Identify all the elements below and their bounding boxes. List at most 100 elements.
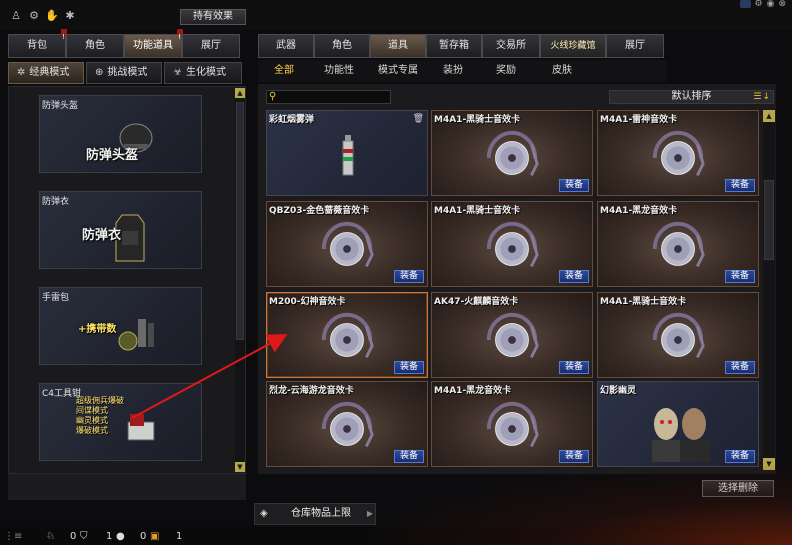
equip-button[interactable]: 装备 xyxy=(394,361,424,374)
tab-character[interactable]: 角色 xyxy=(66,34,124,58)
mode-label: 经典模式 xyxy=(29,67,70,78)
subtab-skins[interactable]: 皮肤 xyxy=(534,60,590,82)
subtab-all[interactable]: 全部 xyxy=(258,60,310,82)
settings-icon[interactable]: ⚙ xyxy=(28,8,40,22)
ghost-character-icon xyxy=(652,408,710,462)
status-bar: ⋮≡ ♘ 0 ⛉ 1 ● 0 ▣ 1 xyxy=(0,527,792,545)
item-title: QBZ03-金色蔷薇音效卡 xyxy=(269,206,370,216)
menu-icon[interactable]: ⋮≡ xyxy=(4,531,22,542)
settings-icon[interactable]: ⚙ xyxy=(755,0,763,9)
tab-function-items[interactable]: 功能道具 xyxy=(124,26,183,58)
equip-button[interactable]: 装备 xyxy=(725,361,755,374)
hold-effect-button[interactable]: 持有效果 xyxy=(180,9,246,25)
storage-limit-label: 仓库物品上限 xyxy=(291,508,351,519)
search-icon: ⚲ xyxy=(269,91,277,102)
left-scrollbar[interactable]: ▲ ▼ xyxy=(235,88,245,472)
equip-button[interactable]: 装备 xyxy=(725,270,755,283)
item-card[interactable]: M4A1-黑龙音效卡装备 xyxy=(597,201,759,287)
trash-icon[interactable]: 🗑 xyxy=(413,114,424,124)
equip-button[interactable]: 装备 xyxy=(559,270,589,283)
bug-icon[interactable]: ✱ xyxy=(64,8,76,22)
user-tag[interactable] xyxy=(739,0,751,8)
scroll-thumb[interactable] xyxy=(236,102,244,340)
tab-storage[interactable]: 暂存箱 xyxy=(426,34,482,58)
gloves-icon[interactable]: ✋ xyxy=(45,8,59,22)
tab-showroom[interactable]: 展厅 xyxy=(182,34,240,58)
item-title: M4A1-黑骑士音效卡 xyxy=(600,297,687,307)
scroll-thumb[interactable] xyxy=(764,180,774,260)
slot-grenade-bag[interactable]: 手雷包 +携带数 xyxy=(39,287,202,365)
item-card[interactable]: 幻影幽灵装备 xyxy=(597,381,759,467)
sound-card-disc-icon xyxy=(321,312,374,359)
storage-limit-bar[interactable]: ◈ 仓库物品上限 ▶ xyxy=(254,503,376,525)
scroll-down-arrow-icon[interactable]: ▼ xyxy=(763,458,775,470)
item-card[interactable]: M200-幻神音效卡 装备 xyxy=(266,292,428,378)
close-icon[interactable]: ⊗ xyxy=(778,0,786,9)
sound-card-disc-icon xyxy=(486,221,539,268)
equip-button[interactable]: 装备 xyxy=(725,450,755,463)
equip-button[interactable]: 装备 xyxy=(725,179,755,192)
subtab-dress[interactable]: 装扮 xyxy=(428,60,478,82)
scroll-up-arrow-icon[interactable]: ▲ xyxy=(763,110,775,122)
tab-collection[interactable]: 火线珍藏馆 xyxy=(540,34,606,58)
item-card[interactable]: 烈龙-云海游龙音效卡 装备 xyxy=(266,381,428,467)
mode-classic[interactable]: ✲ 经典模式 xyxy=(8,62,84,84)
item-card[interactable]: M4A1-黑骑士音效卡 装备 xyxy=(431,110,593,196)
equip-button[interactable]: 装备 xyxy=(559,179,589,192)
mode-biochem[interactable]: ☣ 生化模式 xyxy=(164,62,242,84)
expand-arrow-icon[interactable]: ▶ xyxy=(367,504,373,524)
sort-dropdown[interactable]: 默认排序 ☰↓ xyxy=(609,90,774,104)
slot-c4-pliers[interactable]: C4工具钳 超级佣兵爆破 间谍模式 幽灵模式 爆破模式 xyxy=(39,383,202,461)
c4-mode-line: 爆破模式 xyxy=(76,426,108,435)
slot-label: 防弹头盔 xyxy=(42,101,79,111)
character-icon[interactable]: ♙ xyxy=(10,8,22,22)
select-delete-button[interactable]: 选择删除 xyxy=(702,480,774,497)
scroll-down-arrow-icon[interactable]: ▼ xyxy=(235,462,245,472)
equip-button[interactable]: 装备 xyxy=(394,270,424,283)
sound-card-disc-icon xyxy=(321,401,374,448)
item-title: 幻影幽灵 xyxy=(600,386,637,396)
item-title: M4A1-黑龙音效卡 xyxy=(600,206,678,216)
scroll-up-arrow-icon[interactable]: ▲ xyxy=(235,88,245,98)
c4-mode-line: 间谍模式 xyxy=(76,406,108,415)
tab-roles[interactable]: 角色 xyxy=(314,34,370,58)
equip-button[interactable]: 装备 xyxy=(394,450,424,463)
left-tabs: 背包 角色 功能道具 展厅 xyxy=(8,26,240,58)
top-icons: ♙ ⚙ ✋ ✱ xyxy=(10,8,76,22)
item-card[interactable]: QBZ03-金色蔷薇音效卡装备 xyxy=(266,201,428,287)
slot-helmet[interactable]: 防弹头盔 防弹头盔 xyxy=(39,95,202,173)
left-bottom-bar xyxy=(8,474,246,500)
item-card[interactable]: AK47-火麒麟音效卡 装备 xyxy=(431,292,593,378)
item-card[interactable]: 🗑 彩虹烟雾弹 xyxy=(266,110,428,196)
sound-card-disc-icon xyxy=(652,312,705,359)
equip-button[interactable]: 装备 xyxy=(559,361,589,374)
sound-card-disc-icon xyxy=(652,221,705,268)
item-card[interactable]: M4A1-雷神音效卡装备 xyxy=(597,110,759,196)
c4-mode-line: 幽灵模式 xyxy=(76,416,108,425)
status-count: 0 xyxy=(70,531,77,542)
subtab-functional[interactable]: 功能性 xyxy=(310,60,368,82)
item-card[interactable]: M4A1-黑龙音效卡 装备 xyxy=(431,381,593,467)
item-title: M4A1-雷神音效卡 xyxy=(600,115,678,125)
subtab-mode-exclusive[interactable]: 模式专属 xyxy=(368,60,428,82)
slot-vest[interactable]: 防弹衣 防弹衣 xyxy=(39,191,202,269)
sort-order-icon[interactable]: ☰↓ xyxy=(753,91,771,103)
tab-weapons[interactable]: 武器 xyxy=(258,34,314,58)
search-input[interactable]: ⚲ xyxy=(266,90,391,104)
subtab-rewards[interactable]: 奖励 xyxy=(478,60,534,82)
mode-label: 挑战模式 xyxy=(107,67,148,78)
top-right-controls: ⚙ ◉ ⊗ xyxy=(739,0,786,9)
tab-exchange[interactable]: 交易所 xyxy=(482,34,540,58)
item-card[interactable]: M4A1-黑骑士音效卡装备 xyxy=(597,292,759,378)
right-scrollbar[interactable]: ▲ ▼ xyxy=(763,110,775,470)
item-card[interactable]: M4A1-黑骑士音效卡 装备 xyxy=(431,201,593,287)
tab-items[interactable]: 道具 xyxy=(370,34,426,58)
tab-backpack[interactable]: 背包 xyxy=(8,26,67,58)
equip-button[interactable]: 装备 xyxy=(559,450,589,463)
tab-showroom-right[interactable]: 展厅 xyxy=(606,34,664,58)
star-icon: ✲ xyxy=(17,67,26,78)
help-icon[interactable]: ◉ xyxy=(767,0,775,9)
mode-challenge[interactable]: ⊕ 挑战模式 xyxy=(86,62,162,84)
item-title: 彩虹烟雾弹 xyxy=(269,115,315,125)
mode-tabs: ✲ 经典模式 ⊕ 挑战模式 ☣ 生化模式 xyxy=(8,62,242,84)
